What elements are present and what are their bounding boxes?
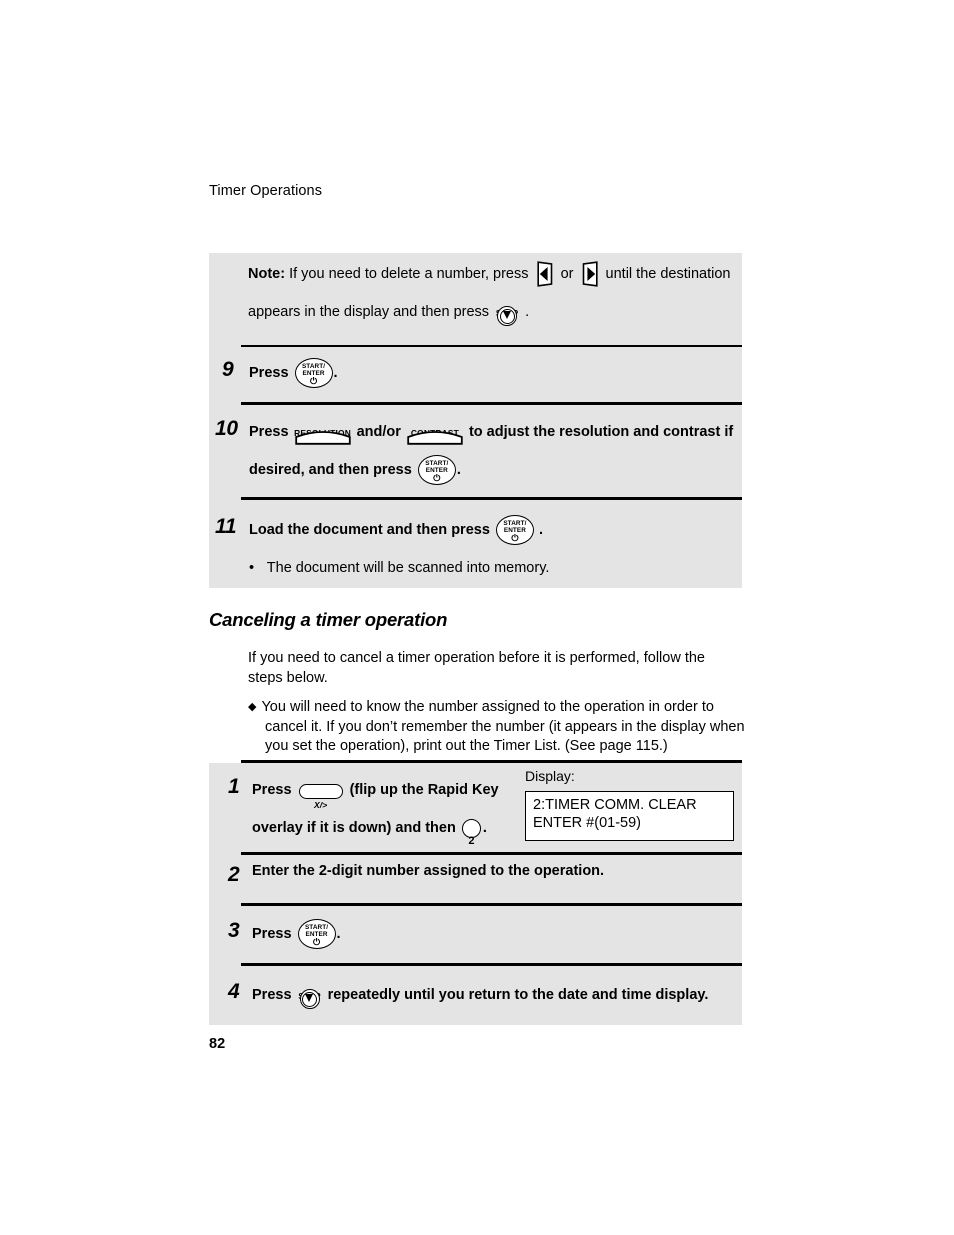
note-label: Note: [248,266,286,282]
bullet-dot-icon: • [249,560,255,576]
rule-note-step9 [241,345,742,347]
step-number-9: 9 [222,358,234,381]
step-3-text-after: . [336,926,341,942]
step-2-text: Enter the 2-digit number assigned to the… [252,863,605,879]
rule-step3-step4 [241,963,742,966]
display-line-1: 2:TIMER COMM. CLEAR [533,797,697,813]
start-enter-top-text: START/ [425,460,449,468]
display-line-2: ENTER #(01-59) [533,815,641,831]
section-intro-paragraph: If you need to cancel a timer operation … [248,650,705,686]
power-icon: ⏻ [309,376,318,387]
running-header: Timer Operations [209,183,323,199]
section-heading: Canceling a timer operation [209,609,448,630]
step-number-1: 1 [228,775,240,798]
diamond-bullet-icon: ◆ [248,701,257,713]
timer-key-cap-text: X/> [313,799,328,810]
step-number-11: 11 [215,515,237,538]
step-4-body: Press STOP repeatedly until you return t… [252,976,732,1014]
power-icon: ⏻ [511,533,519,544]
step-9-body: Press START/ ENTER ⏻ . [249,354,729,392]
step-11-bullet: • The document will be scanned into memo… [249,560,719,576]
step-10-line2-after: . [456,462,461,478]
note-line1-mid: or [560,266,574,282]
timer-key-icon[interactable]: TIMER X/> [298,775,343,810]
resolution-key-icon[interactable]: RESOLUTION [294,417,351,447]
start-enter-top-text: START/ [301,363,326,371]
start-enter-key-icon[interactable]: START/ ENTER ⏻ [417,455,456,486]
step-number-2: 2 [228,863,240,886]
step-1-body: Press TIMER X/> (flip up the Rapid Key o… [252,771,522,847]
digit-2-key-icon[interactable]: 2 [461,818,481,847]
step-3-text-before: Press [252,926,292,942]
note-line2-before: appears in the display and then press [248,304,490,320]
step-10-body: Press RESOLUTION and/or CONTRAST to adju… [249,413,735,489]
step-number-4: 4 [228,980,240,1003]
step-10-text-after: to adjust the resolution and contrast if [468,424,734,440]
start-enter-key-icon[interactable]: START/ ENTER ⏻ [495,515,534,546]
manual-page: Timer Operations Note: If you need to de… [0,0,954,1235]
step-number-10: 10 [215,417,238,440]
stop-key-icon[interactable]: STOP [495,296,519,328]
start-enter-key-icon[interactable]: START/ ENTER ⏻ [294,358,333,389]
step-10-text-mid: and/or [356,424,401,440]
step-11-text-after: . [538,522,543,538]
start-enter-top-text: START/ [503,520,527,528]
step-9-text-before: Press [249,365,289,381]
step-number-3: 3 [228,919,240,942]
step-4-text-after: repeatedly until you return to the date … [327,987,709,1003]
contrast-key-icon[interactable]: CONTRAST [407,417,463,447]
step-2-body: Enter the 2-digit number assigned to the… [252,852,732,890]
step-10-line2-before: desired, and then press [249,462,412,478]
section-diamond-text: You will need to know the number assigne… [261,699,745,754]
step-1-text-after: (flip up the Rapid Key [349,782,499,798]
section-diamond-item: ◆ You will need to know the number assign… [248,698,757,757]
step-4-text-before: Press [252,987,292,1003]
display-callout-label: Display: [525,768,575,784]
note-line2-after: . [525,304,530,320]
arrow-left-key-icon[interactable] [535,261,555,287]
stop-key-triangle [502,311,511,320]
step-9-text-after: . [333,365,338,381]
stop-key-icon[interactable]: STOP [298,979,322,1011]
arrow-right-key-icon[interactable] [580,261,600,287]
power-icon: ⏻ [312,937,321,948]
step-11-bullet-text: The document will be scanned into memory… [266,560,550,576]
note-line1-after: until the destination [605,266,731,282]
page-number: 82 [209,1036,226,1052]
step-3-body: Press START/ ENTER ⏻ . [252,915,732,953]
step-10-text-before: Press [249,424,289,440]
rule-step2-step3 [241,903,742,906]
step-1-text-before: Press [252,782,292,798]
rule-panel-bottom-top [241,760,742,763]
start-enter-key-icon[interactable]: START/ ENTER ⏻ [297,919,336,950]
power-icon: ⏻ [433,473,441,484]
start-enter-top-text: START/ [304,924,329,932]
step-11-body: Load the document and then press START/ … [249,511,729,549]
stop-key-triangle [305,994,314,1003]
step-1-line2-after: . [482,820,487,836]
note-block: Note: If you need to delete a number, pr… [248,255,732,331]
step-1-line2-before: overlay if it is down) and then [252,820,456,836]
display-callout-box: 2:TIMER COMM. CLEAR ENTER #(01-59) [525,791,734,841]
rule-step10-step11 [241,497,742,500]
note-line1-before: If you need to delete a number, press [289,266,529,282]
step-11-text-before: Load the document and then press [249,522,490,538]
rule-step9-step10 [241,402,742,405]
